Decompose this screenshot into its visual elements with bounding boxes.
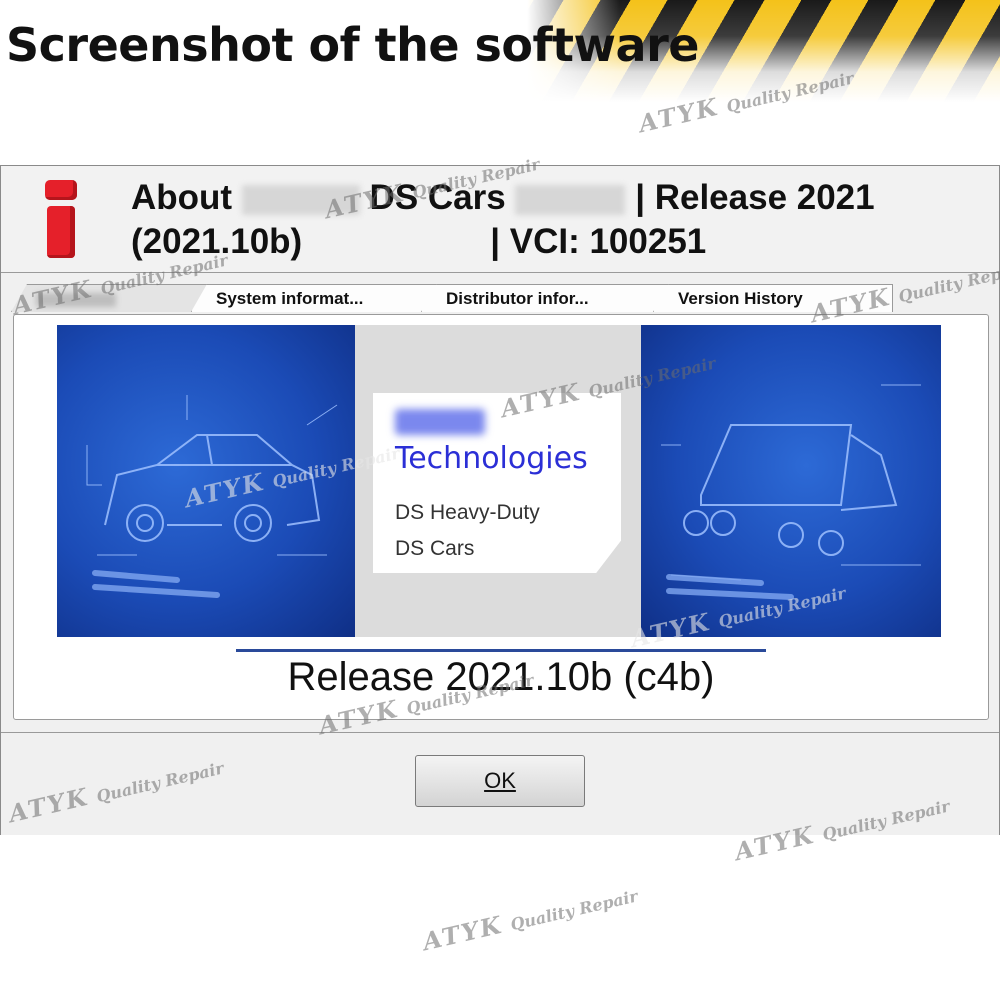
product-line-cars: DS Cars: [395, 537, 475, 560]
vci-label: | VCI: 100251: [490, 222, 707, 261]
car-wireframe-image: [57, 325, 355, 637]
tab-label: Distributor infor...: [446, 289, 589, 308]
ok-button[interactable]: OK: [415, 755, 585, 807]
about-dialog: About DS Cars | Release 2021 (2021.10b) |…: [0, 165, 1000, 835]
dialog-footer: OK: [1, 732, 999, 835]
dialog-title: About DS Cars | Release 2021: [131, 178, 875, 218]
info-icon: [45, 180, 77, 260]
separator-line: [236, 649, 766, 652]
top-banner: Screenshot of the software: [0, 0, 1000, 120]
watermark: ATYK Quality Repair: [420, 886, 640, 957]
banner-title: Screenshot of the software: [6, 18, 699, 72]
tab-distributor-information[interactable]: Distributor infor...: [421, 284, 671, 312]
title-prefix: About: [131, 178, 233, 217]
truck-wireframe-icon: [661, 384, 921, 600]
tab-strip: System informat... Distributor infor... …: [1, 274, 999, 314]
tab-version-history[interactable]: Version History: [653, 284, 893, 312]
logo-brand-name: Technologies: [395, 441, 588, 476]
logo-panel: Technologies DS Heavy-Duty DS Cars: [355, 325, 641, 637]
product-logo-card: Technologies DS Heavy-Duty DS Cars: [373, 393, 621, 573]
redacted-brand: [241, 184, 360, 215]
tab-system-information[interactable]: System informat...: [191, 284, 441, 312]
release-version-text: Release 2021.10b (c4b): [287, 655, 715, 699]
car-wireframe-icon: [86, 395, 338, 598]
tab-label: System informat...: [216, 289, 364, 308]
redacted-text: [515, 184, 626, 215]
truck-wireframe-image: [641, 325, 941, 637]
tab-about[interactable]: [11, 284, 211, 312]
tab-label: Version History: [678, 289, 803, 308]
redacted-logo: [395, 409, 485, 435]
title-release: | Release 2021: [635, 178, 875, 217]
product-line-heavy-duty: DS Heavy-Duty: [395, 501, 540, 524]
version-paren: (2021.10b): [131, 222, 303, 261]
title-product: DS Cars: [369, 178, 506, 217]
tab-content: Technologies DS Heavy-Duty DS Cars Relea…: [13, 314, 989, 720]
dialog-header: About DS Cars | Release 2021 (2021.10b) |…: [1, 166, 999, 273]
dialog-subtitle: (2021.10b) | VCI: 100251: [131, 222, 706, 262]
